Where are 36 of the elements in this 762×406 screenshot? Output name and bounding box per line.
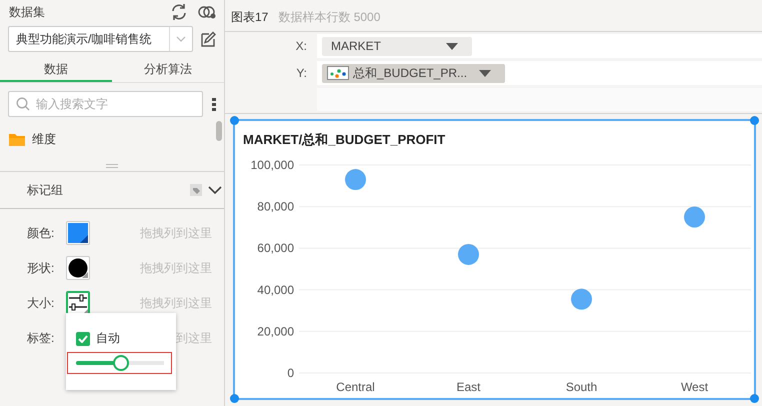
x-tick-label: South <box>566 380 598 394</box>
field-label: 颜色: <box>27 224 56 242</box>
y-tick-label: 20,000 <box>257 324 294 338</box>
dataset-dropdown[interactable]: 典型功能演示/咖啡销售统 <box>8 26 193 52</box>
field-pill[interactable]: MARKET <box>322 36 472 56</box>
tab[interactable]: 数据 <box>0 58 112 82</box>
search-field[interactable]: 输入搜索文字 <box>8 91 203 117</box>
axis-drop-field[interactable]: 总和_BUDGET_PR... <box>317 61 762 85</box>
axis-label: X: <box>294 39 308 53</box>
field-pill[interactable]: 总和_BUDGET_PR... <box>322 64 506 82</box>
tab[interactable]: 分析算法 <box>112 58 224 82</box>
panel-title: 数据集 <box>9 4 46 20</box>
drop-hint: 拖拽列到这里 <box>140 260 212 276</box>
checkbox-label: 自动 <box>96 330 120 347</box>
x-tick-label: West <box>680 380 708 394</box>
section-title: 标记组 <box>27 182 64 198</box>
x-tick-label: Central <box>336 380 375 394</box>
drop-hint: 拖拽列到这里 <box>140 294 212 312</box>
search-input[interactable]: 输入搜索文字 <box>34 96 202 112</box>
field-label: 大小: <box>27 294 56 312</box>
drop-hint: 到这里 <box>176 330 212 346</box>
sample-info: 数据样本行数 5000 <box>278 9 380 26</box>
tree-item[interactable]: 维度 <box>32 131 56 148</box>
axis-drop-field[interactable]: MARKET <box>317 34 762 58</box>
y-tick-label: 40,000 <box>257 282 294 297</box>
y-tick-label: 0 <box>287 366 294 380</box>
drop-hint: 拖拽列到这里 <box>140 224 212 242</box>
y-tick-label: 80,000 <box>257 200 294 214</box>
y-tick-label: 100,000 <box>250 158 294 172</box>
axis-label: Y: <box>295 66 308 80</box>
field-label: 形状: <box>27 260 56 276</box>
x-tick-label: East <box>456 380 480 394</box>
chart-title: MARKET/总和_BUDGET_PROFIT <box>243 132 446 147</box>
chart-name: 图表17 <box>231 9 268 26</box>
field-label: 标签: <box>27 330 56 346</box>
y-tick-label: 60,000 <box>257 241 294 256</box>
